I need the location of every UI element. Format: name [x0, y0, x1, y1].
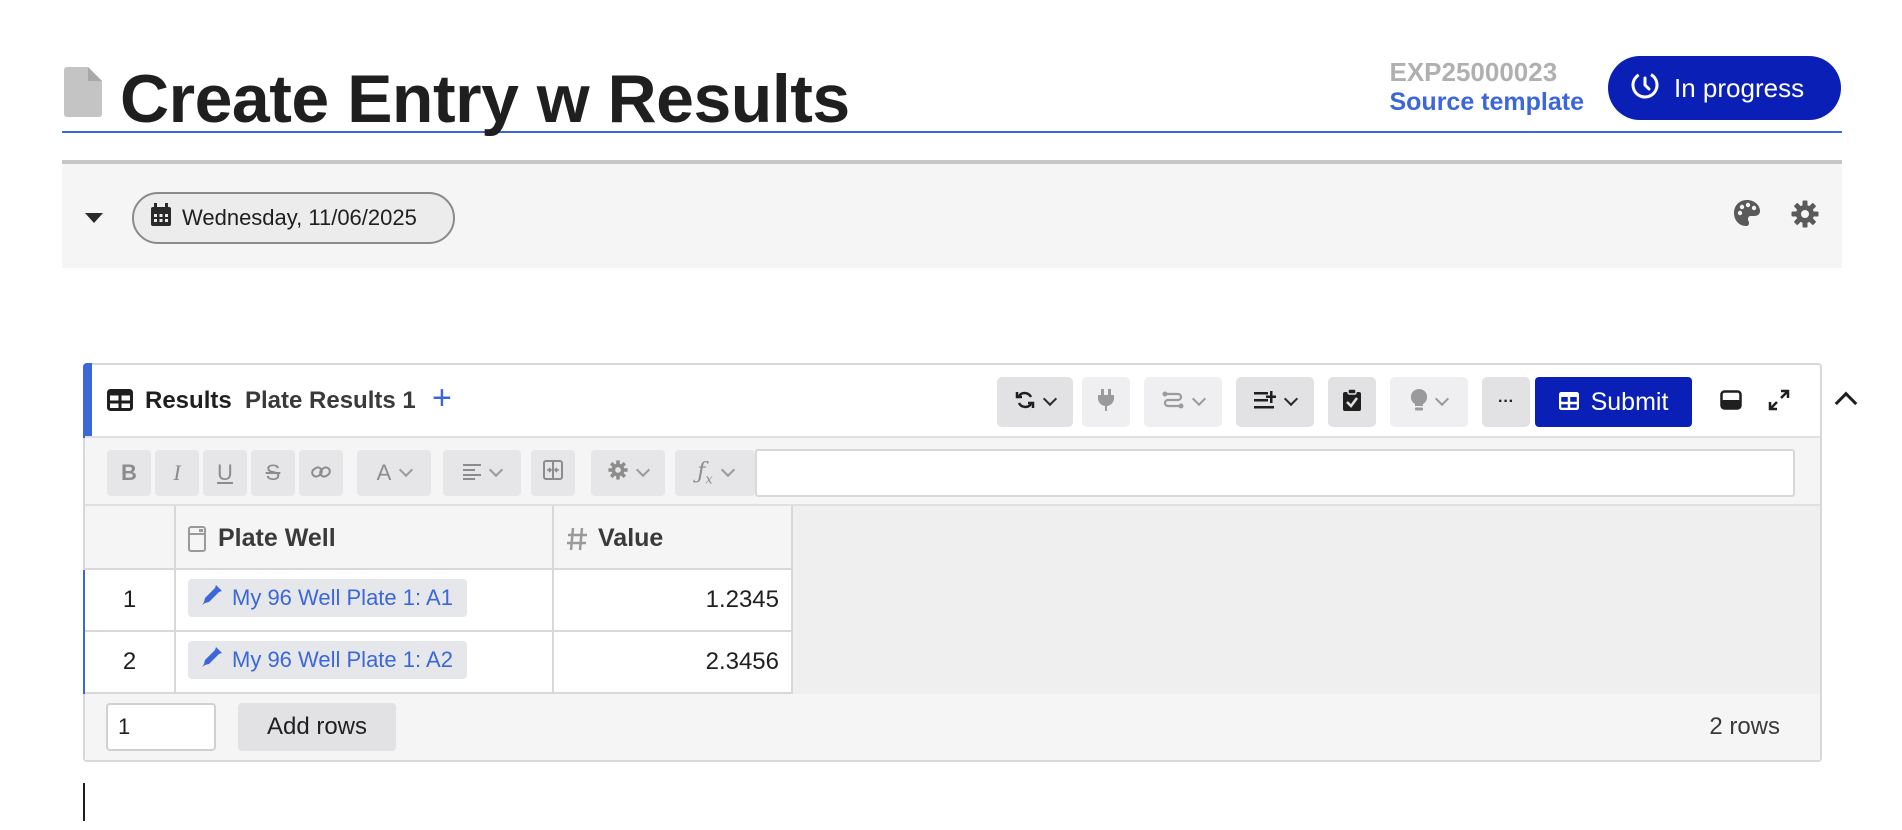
clipboard-check-icon: [1343, 387, 1361, 416]
collapse-caret-icon[interactable]: [85, 213, 103, 223]
collapse-chevron-up-icon[interactable]: [1834, 391, 1858, 415]
plug-icon: [1098, 388, 1114, 416]
hash-icon: [566, 526, 588, 557]
results-grid: Plate Well Value 1 My 96 Well Plate 1: A…: [83, 506, 1820, 694]
pipette-icon: [200, 645, 232, 675]
table-icon: [1558, 388, 1591, 417]
plate-well-link[interactable]: My 96 Well Plate 1: A1: [188, 579, 467, 617]
date-label: Wednesday, 11/06/2025: [182, 205, 417, 230]
chevron-down-icon: [1434, 391, 1450, 407]
results-panel-header: Results Plate Results 1 + ··· Submit: [85, 365, 1858, 438]
bold-icon: B: [121, 460, 137, 485]
chevron-down-icon: [1042, 391, 1058, 407]
entry-date-bar: Wednesday, 11/06/2025: [62, 164, 1842, 268]
timer-icon: [1630, 70, 1674, 107]
chevron-down-icon: [720, 462, 735, 478]
column-label: Value: [598, 524, 664, 552]
font-icon: A: [376, 460, 392, 485]
font-color-dropdown[interactable]: A: [357, 450, 431, 496]
plate-well-link[interactable]: My 96 Well Plate 1: A2: [188, 641, 467, 679]
chevron-down-icon: [488, 462, 504, 478]
merge-cells-button[interactable]: [531, 450, 575, 496]
plate-well-cell[interactable]: My 96 Well Plate 1: A1: [176, 570, 554, 632]
date-pill[interactable]: Wednesday, 11/06/2025: [132, 192, 455, 244]
entry-header: Create Entry w Results EXP25000023 Sourc…: [62, 55, 1842, 137]
align-dropdown[interactable]: [443, 450, 521, 496]
plate-well-label: My 96 Well Plate 1: A2: [232, 647, 453, 672]
link-button[interactable]: [299, 450, 343, 496]
chevron-down-icon: [1191, 391, 1207, 407]
bold-button[interactable]: B: [107, 450, 151, 496]
cell-settings-dropdown[interactable]: [591, 450, 665, 496]
italic-icon: I: [173, 460, 181, 485]
results-panel: Results Plate Results 1 + ··· Submit B I…: [83, 363, 1858, 762]
row-number-header: [85, 506, 176, 570]
formula-input[interactable]: [755, 449, 1795, 497]
chevron-down-icon: [1283, 391, 1299, 407]
text-cursor[interactable]: [83, 783, 85, 821]
calendar-icon: [150, 203, 182, 233]
column-header-value[interactable]: Value: [554, 506, 793, 570]
sync-icon: [1015, 390, 1035, 415]
tab-plate-results-1[interactable]: Plate Results 1: [245, 387, 416, 415]
format-toolbar: B I U S A ƒx: [85, 438, 1820, 506]
row-number[interactable]: 1: [85, 570, 176, 632]
add-tab-button[interactable]: +: [432, 381, 452, 415]
strikethrough-icon: S: [265, 460, 281, 485]
italic-button[interactable]: I: [155, 450, 199, 496]
gear-icon[interactable]: [1791, 200, 1819, 233]
add-rows-button[interactable]: Add rows: [238, 703, 396, 751]
workflow-dropdown-button[interactable]: [1144, 377, 1222, 427]
page-title: Create Entry w Results: [120, 61, 850, 137]
row-number[interactable]: 2: [85, 632, 176, 694]
source-template-link[interactable]: Source template: [1389, 87, 1584, 117]
column-label: Plate Well: [218, 524, 336, 552]
entry-meta: EXP25000023 Source template: [1389, 57, 1584, 117]
palette-icon[interactable]: [1733, 199, 1761, 232]
list-options-dropdown-button[interactable]: [1236, 377, 1314, 427]
workflow-icon: [1162, 390, 1184, 415]
status-label: In progress: [1674, 72, 1805, 103]
grid-footer: Add rows 2 rows: [85, 694, 1820, 760]
column-header-plate-well[interactable]: Plate Well: [176, 506, 554, 570]
plate-well-cell[interactable]: My 96 Well Plate 1: A2: [176, 632, 554, 694]
plate-well-label: My 96 Well Plate 1: A1: [232, 585, 453, 610]
clipboard-check-button[interactable]: [1328, 377, 1376, 427]
submit-label: Submit: [1590, 387, 1669, 416]
function-dropdown[interactable]: ƒx: [675, 450, 755, 496]
status-button[interactable]: In progress: [1608, 56, 1841, 120]
rows-to-add-input[interactable]: [106, 703, 216, 751]
submit-button[interactable]: Submit: [1535, 377, 1692, 427]
table-icon: [107, 389, 133, 416]
insights-dropdown-button[interactable]: [1390, 377, 1468, 427]
experiment-id: EXP25000023: [1389, 57, 1558, 87]
panel-view-icon[interactable]: [1720, 390, 1742, 415]
list-settings-icon: [1254, 390, 1276, 414]
underline-button[interactable]: U: [203, 450, 247, 496]
lightbulb-icon: [1410, 388, 1428, 416]
chevron-down-icon: [635, 462, 651, 478]
chevron-down-icon: [399, 462, 414, 478]
value-cell[interactable]: 2.3456: [554, 632, 793, 694]
strikethrough-button[interactable]: S: [251, 450, 295, 496]
underline-icon: U: [217, 460, 233, 485]
pipette-icon: [200, 583, 232, 613]
value-cell[interactable]: 1.2345: [554, 570, 793, 632]
row-count: 2 rows: [1709, 713, 1780, 740]
plate-icon: [188, 526, 206, 557]
expand-icon[interactable]: [1768, 389, 1790, 416]
function-icon: ƒx: [697, 458, 713, 488]
align-left-icon: [463, 460, 481, 486]
link-icon: [311, 460, 331, 486]
plugin-button[interactable]: [1082, 377, 1130, 427]
merge-cells-icon: [543, 460, 563, 486]
results-title: Results: [145, 387, 232, 414]
document-icon: [64, 67, 102, 117]
gear-icon: [608, 460, 628, 486]
more-options-button[interactable]: ···: [1482, 377, 1530, 427]
sync-dropdown-button[interactable]: [997, 377, 1073, 427]
